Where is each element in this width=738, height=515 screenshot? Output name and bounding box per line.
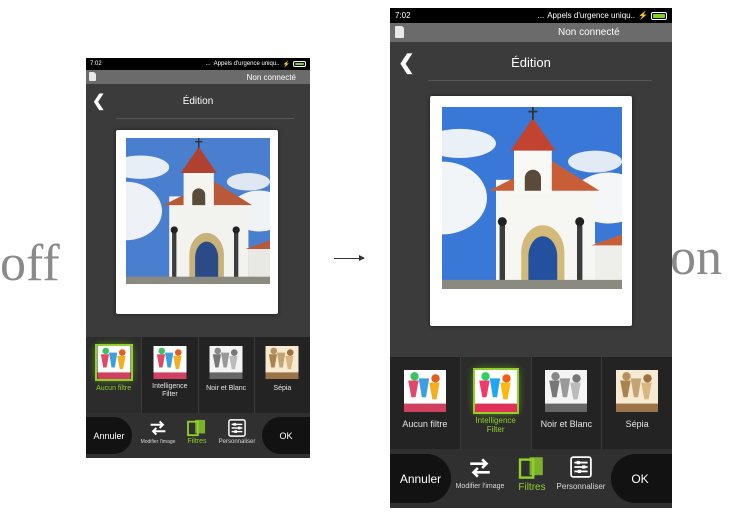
arrow-right-icon xyxy=(334,255,365,261)
filter-label: Aucun filtre xyxy=(402,419,448,429)
filter-squares-icon xyxy=(518,457,543,479)
photo-preview xyxy=(442,107,622,289)
bottom-toolbar: Annuler Modifier l'image Filtres Personn… xyxy=(390,449,672,508)
filter-strip: Aucun filtre Intelligence Filter Noir et… xyxy=(390,357,672,449)
filter-option-sepia[interactable]: Sépia xyxy=(255,337,310,413)
tool-customize[interactable]: Personnaliser xyxy=(214,419,260,445)
filter-squares-icon xyxy=(187,419,206,437)
sliders-icon xyxy=(570,456,592,478)
bottom-toolbar: Annuler Modifier l'image Filtres Personn… xyxy=(86,413,310,458)
filter-label: Intelligence Filter xyxy=(152,383,188,398)
page-title: Édition xyxy=(511,55,551,70)
ok-button[interactable]: OK xyxy=(262,417,310,454)
header-divider xyxy=(428,80,652,81)
filter-thumbnail xyxy=(403,370,446,412)
sd-card-icon xyxy=(395,26,404,38)
filter-option-none[interactable]: Aucun filtre xyxy=(390,357,461,449)
label-off: off xyxy=(0,235,60,292)
tool-filters[interactable]: Filtres xyxy=(184,419,210,445)
signal-dots: ... xyxy=(537,11,545,20)
phone-after: 7:02 ... Appels d'urgence uniqu.. ⚡ Non … xyxy=(390,8,672,508)
tool-label: Filtres xyxy=(187,438,207,445)
sliders-icon xyxy=(228,419,246,437)
status-time: 7:02 xyxy=(90,61,102,67)
filter-option-bw[interactable]: Noir et Blanc xyxy=(532,357,603,449)
connection-status: Non connecté xyxy=(246,73,296,82)
filter-thumbnail xyxy=(209,346,243,379)
swap-arrows-icon xyxy=(150,420,166,436)
tool-label: Filtres xyxy=(518,482,546,493)
filter-label: Aucun filtre xyxy=(96,385,132,392)
swap-arrows-icon xyxy=(470,458,490,478)
filter-thumbnail xyxy=(545,370,588,412)
filter-thumbnail xyxy=(265,346,299,379)
page-title: Édition xyxy=(182,96,214,107)
tool-filters[interactable]: Filtres xyxy=(512,456,552,493)
connection-bar: Non connecté xyxy=(86,70,310,84)
signal-dots: ... xyxy=(205,61,211,67)
status-bar: 7:02 ... Appels d'urgence uniqu.. ⚡ xyxy=(390,8,672,23)
cancel-button[interactable]: Annuler xyxy=(390,454,451,503)
header-divider xyxy=(116,118,294,119)
photo-frame xyxy=(430,96,632,326)
carrier-text: Appels d'urgence uniqu.. xyxy=(547,11,636,20)
charging-icon: ⚡ xyxy=(638,11,648,20)
tool-label: Modifier l'image xyxy=(455,483,505,490)
photo-preview xyxy=(126,138,270,284)
filter-label: Intelligence Filter xyxy=(475,416,516,434)
filter-thumbnail xyxy=(153,346,187,379)
comparison-canvas: off on 7:02 ... Appels d'urgence uniqu..… xyxy=(0,0,738,515)
connection-bar: Non connecté xyxy=(390,23,672,42)
filter-option-intelligence[interactable]: Intelligence Filter xyxy=(142,337,199,413)
status-time: 7:02 xyxy=(395,11,411,20)
photo-frame xyxy=(116,130,278,314)
filter-label: Noir et Blanc xyxy=(206,385,247,392)
filter-option-bw[interactable]: Noir et Blanc xyxy=(199,337,255,413)
filter-label: Sépia xyxy=(273,385,292,392)
battery-icon xyxy=(651,11,667,20)
filter-option-intelligence[interactable]: Intelligence Filter xyxy=(460,357,532,449)
label-on: on xyxy=(670,229,722,286)
tool-label: Personnaliser xyxy=(218,439,256,445)
charging-icon: ⚡ xyxy=(282,61,290,68)
filter-label: Noir et Blanc xyxy=(540,419,593,429)
connection-status: Non connecté xyxy=(558,27,620,38)
sd-card-icon xyxy=(89,72,96,81)
carrier-text: Appels d'urgence uniqu.. xyxy=(213,61,280,67)
ok-button[interactable]: OK xyxy=(611,454,672,503)
tool-modify-image[interactable]: Modifier l'image xyxy=(136,419,180,445)
filter-strip: Aucun filtre Intelligence Filter Noir et… xyxy=(86,337,310,413)
tool-modify-image[interactable]: Modifier l'image xyxy=(452,456,508,490)
tool-label: Personnaliser xyxy=(556,482,606,491)
filter-thumbnail xyxy=(472,368,519,414)
filter-label: Sépia xyxy=(625,419,649,429)
status-bar: 7:02 ... Appels d'urgence uniqu.. ⚡ xyxy=(86,58,310,70)
tool-label: Modifier l'image xyxy=(140,439,176,445)
tool-customize[interactable]: Personnaliser xyxy=(553,456,609,491)
battery-icon xyxy=(293,61,306,67)
filter-option-none[interactable]: Aucun filtre xyxy=(86,337,143,413)
filter-thumbnail xyxy=(94,344,133,381)
filter-option-sepia[interactable]: Sépia xyxy=(602,357,672,449)
filter-thumbnail xyxy=(616,370,659,412)
phone-before: 7:02 ... Appels d'urgence uniqu.. ⚡ Non … xyxy=(86,58,310,458)
cancel-button[interactable]: Annuler xyxy=(86,417,132,454)
